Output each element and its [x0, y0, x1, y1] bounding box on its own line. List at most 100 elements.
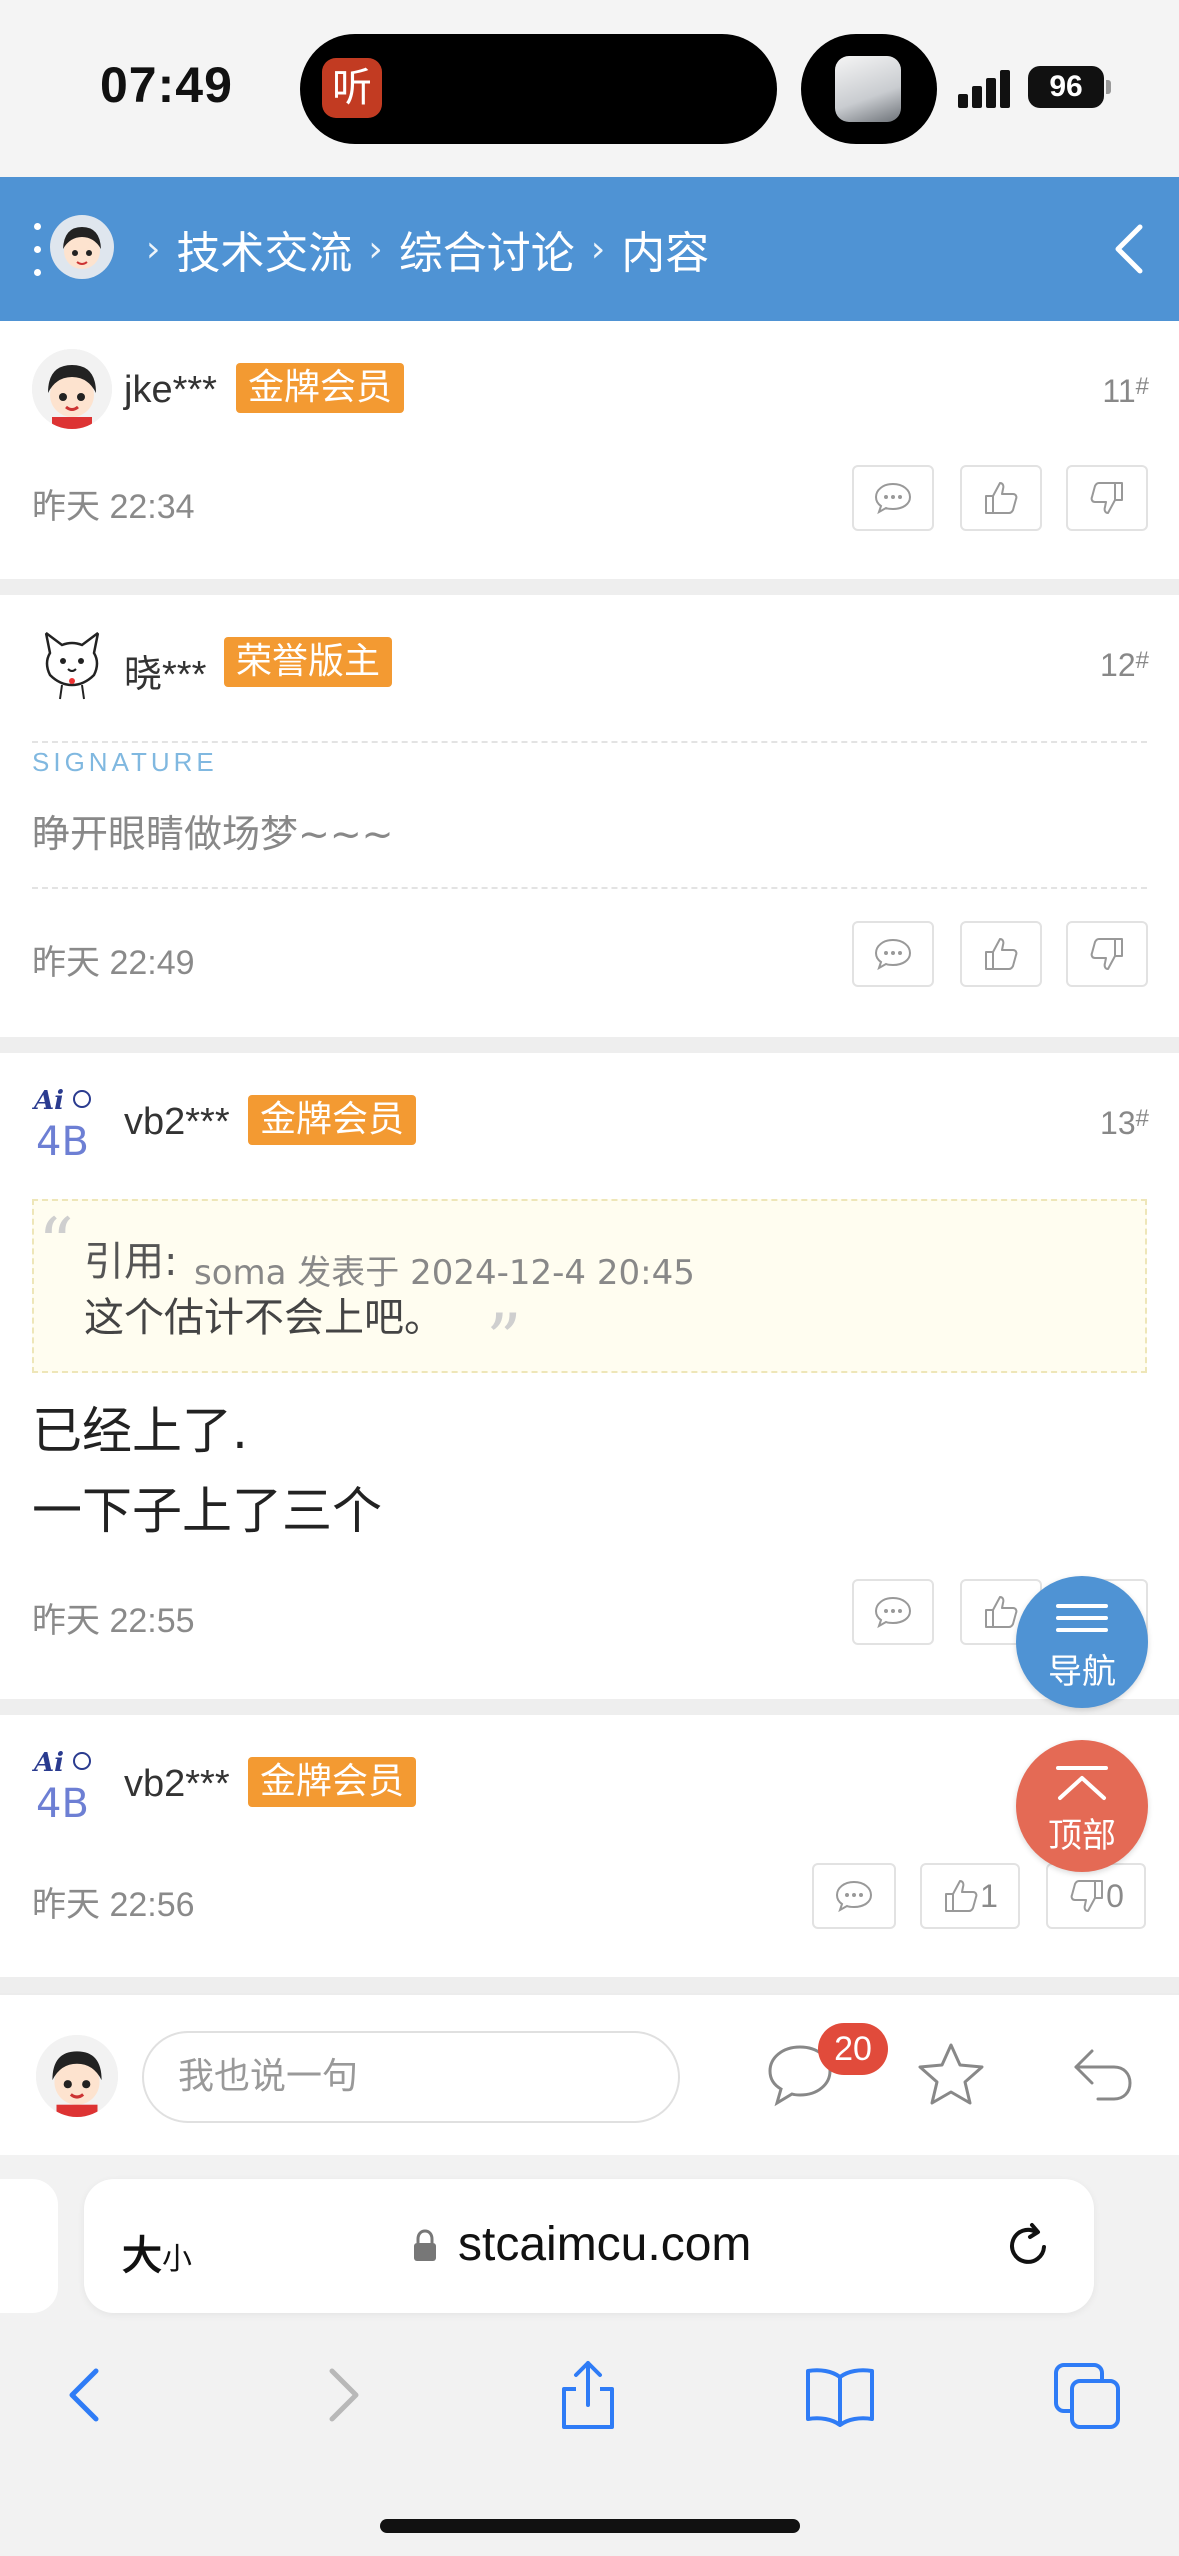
comment-count-badge: 20: [818, 2023, 888, 2075]
reply-button[interactable]: [812, 1863, 896, 1929]
member-badge: 金牌会员: [236, 363, 405, 413]
username[interactable]: vb2***: [124, 1763, 230, 1806]
listen-app-icon: 听: [322, 58, 382, 118]
thumbs-down-icon: [1070, 1880, 1104, 1912]
arrow-up-icon: [1056, 1766, 1108, 1800]
comment-icon: [835, 1880, 873, 1913]
breadcrumb-separator: ›: [368, 228, 383, 270]
avatar[interactable]: Ai 4B: [32, 1743, 112, 1823]
comment-icon: [874, 938, 912, 971]
post-divider: [0, 1699, 1179, 1715]
floor-number: 11#: [1102, 373, 1149, 409]
comment-icon: [874, 1596, 912, 1629]
breadcrumb-separator: ›: [146, 228, 161, 270]
thumbs-up-icon: [945, 1880, 978, 1912]
top-label: 顶部: [1048, 1816, 1116, 1856]
previous-tab[interactable]: [0, 2179, 58, 2313]
reply-button[interactable]: [852, 465, 934, 531]
post-12: 晓*** 荣誉版主 12# SIGNATURE 睁开眼睛做场梦~~~ 昨天 22…: [0, 595, 1179, 1037]
username[interactable]: 晓***: [124, 643, 206, 698]
svg-text:Ai: Ai: [32, 1086, 64, 1116]
menu-dots-icon[interactable]: [34, 223, 42, 277]
post-time: 昨天 22:34: [32, 488, 195, 526]
svg-text:Ai: Ai: [32, 1748, 64, 1778]
post-13: Ai 4B vb2*** 金牌会员 13# “ 引用: soma 发表于 2024…: [0, 1053, 1179, 1699]
username[interactable]: vb2***: [124, 1101, 230, 1144]
reply-input[interactable]: 我也说一句: [142, 2031, 680, 2123]
avatar[interactable]: [32, 623, 112, 703]
signature-text: 睁开眼睛做场梦~~~: [32, 812, 394, 856]
like-count: 1: [980, 1877, 998, 1914]
back-chevron-icon[interactable]: [1110, 221, 1150, 277]
breadcrumb: › 技术交流 › 综合讨论 › 内容: [130, 213, 709, 285]
header-avatar[interactable]: [50, 215, 114, 279]
breadcrumb-separator: ›: [590, 228, 606, 270]
avatar[interactable]: Ai 4B: [32, 1081, 112, 1161]
hamburger-icon: [1056, 1604, 1108, 1632]
signature-divider-bottom: [32, 887, 1147, 889]
breadcrumb-tech[interactable]: 技术交流: [176, 217, 352, 281]
my-avatar[interactable]: [36, 2035, 118, 2117]
member-badge: 金牌会员: [248, 1757, 417, 1807]
username[interactable]: jke***: [124, 369, 217, 412]
like-button[interactable]: [960, 465, 1042, 531]
url-text[interactable]: stcaimcu.com: [458, 2217, 751, 2272]
signal-icon: [958, 70, 1014, 108]
address-bar[interactable]: 大小 stcaimcu.com: [84, 2179, 1094, 2313]
dislike-button[interactable]: 0: [1046, 1863, 1146, 1929]
comment-icon: [874, 482, 912, 515]
text-size-button[interactable]: 大小: [122, 2223, 192, 2281]
reply-button[interactable]: [852, 1579, 934, 1645]
reply-button[interactable]: [852, 921, 934, 987]
share-icon[interactable]: [548, 2355, 628, 2435]
back-icon[interactable]: [46, 2355, 126, 2435]
dislike-button[interactable]: [1066, 921, 1148, 987]
comment-bar: 我也说一句 20: [0, 1993, 1179, 2155]
bookmarks-icon[interactable]: [800, 2355, 880, 2435]
reload-icon[interactable]: [1002, 2219, 1056, 2273]
status-time: 07:49: [100, 57, 233, 113]
post-divider: [0, 1037, 1179, 1053]
tabs-icon[interactable]: [1048, 2355, 1128, 2435]
post-body-line: 一下子上了三个: [32, 1482, 382, 1540]
post-14: Ai 4B vb2*** 金牌会员 昨天 22:56 1 0: [0, 1715, 1179, 1977]
quote-label: 引用:: [84, 1239, 178, 1285]
browser-toolbar: 大小 stcaimcu.com: [0, 2155, 1179, 2556]
like-button[interactable]: [960, 921, 1042, 987]
post-time: 昨天 22:49: [32, 944, 195, 982]
dislike-count: 0: [1106, 1877, 1124, 1914]
status-bar: 07:49 听 96: [0, 0, 1179, 177]
avatar[interactable]: [32, 349, 112, 429]
forward-icon[interactable]: [302, 2355, 382, 2435]
album-art-icon: [835, 56, 901, 122]
signature-label: SIGNATURE: [32, 747, 218, 777]
close-quote-icon: ”: [486, 1299, 522, 1381]
battery-icon: 96: [1028, 66, 1104, 108]
nav-button[interactable]: 导航: [1016, 1576, 1148, 1708]
back-to-top-button[interactable]: 顶部: [1016, 1740, 1148, 1872]
like-button[interactable]: 1: [920, 1863, 1020, 1929]
post-time: 昨天 22:56: [32, 1886, 195, 1924]
dynamic-island: 听: [300, 34, 777, 144]
star-icon[interactable]: [914, 2039, 988, 2109]
battery-tip: [1106, 80, 1111, 94]
breadcrumb-content: 内容: [621, 228, 710, 279]
breadcrumb-discussion[interactable]: 综合讨论: [399, 217, 575, 281]
thumbs-up-icon: [985, 482, 1018, 514]
moderator-badge: 荣誉版主: [224, 637, 393, 687]
svg-text:4B: 4B: [36, 1119, 89, 1161]
thumbs-up-icon: [985, 1596, 1018, 1628]
post-divider: [0, 1977, 1179, 1993]
open-quote-icon: “: [38, 1203, 74, 1285]
post-time: 昨天 22:55: [32, 1602, 195, 1640]
svg-text:4B: 4B: [36, 1781, 89, 1823]
post-11: jke*** 金牌会员 11# 昨天 22:34: [0, 321, 1179, 579]
thumbs-down-icon: [1090, 938, 1123, 970]
signature-divider-top: [32, 741, 1147, 743]
dislike-button[interactable]: [1066, 465, 1148, 531]
now-playing-island: [801, 34, 937, 144]
nav-label: 导航: [1048, 1652, 1116, 1692]
quote-text: 这个估计不会上吧。: [84, 1295, 444, 1341]
share-reply-icon[interactable]: [1068, 2041, 1138, 2107]
thumbs-down-icon: [1090, 482, 1123, 514]
